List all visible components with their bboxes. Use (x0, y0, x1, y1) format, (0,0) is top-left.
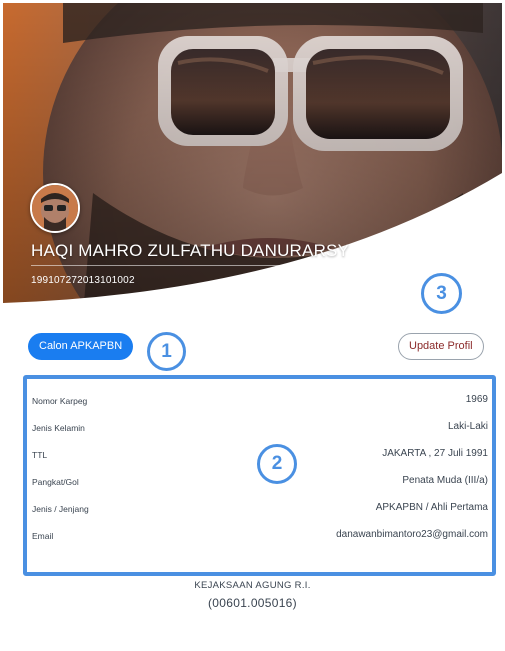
detail-label: Nomor Karpeg (32, 396, 88, 406)
profile-name: HAQI MAHRO ZULFATHU DANURARSY (31, 241, 350, 260)
status-button[interactable]: Calon APKAPBN (28, 333, 134, 360)
profile-card: HAQI MAHRO ZULFATHU DANURARSY 1991072720… (0, 0, 505, 651)
detail-value: JAKARTA , 27 Juli 1991 (382, 448, 488, 459)
detail-row-email: Email danawanbimantoro23@gmail.com (32, 528, 488, 544)
detail-value: Penata Muda (III/a) (402, 475, 488, 486)
annotation-marker-1: 1 (147, 332, 186, 371)
cover-image (3, 3, 502, 315)
avatar-image (32, 185, 78, 231)
detail-row-rank: Pangkat/Gol Penata Muda (III/a) (32, 474, 488, 490)
name-divider (31, 265, 351, 266)
detail-value: Laki-Laki (447, 421, 488, 432)
detail-value: 1969 (465, 394, 488, 405)
detail-value: APKAPBN / Ahli Pertama (375, 502, 488, 513)
detail-label: Jenis / Jenjang (32, 504, 89, 514)
detail-value: danawanbimantoro23@gmail.com (336, 529, 488, 540)
detail-label: Email (32, 531, 54, 541)
detail-label: TTL (32, 450, 48, 460)
detail-label: Pangkat/Gol (32, 477, 79, 487)
organization-code: (00601.005016) (208, 596, 297, 610)
detail-row-karpeg: Nomor Karpeg 1969 (32, 393, 488, 409)
annotation-marker-3: 3 (421, 273, 462, 314)
update-profile-button[interactable]: Update Profil (398, 333, 484, 360)
avatar[interactable] (30, 183, 80, 233)
detail-row-level: Jenis / Jenjang APKAPBN / Ahli Pertama (32, 501, 488, 517)
profile-details-panel: Nomor Karpeg 1969 Jenis Kelamin Laki-Lak… (23, 375, 496, 576)
profile-nip: 199107272013101002 (31, 275, 135, 286)
cover-photo: HAQI MAHRO ZULFATHU DANURARSY 1991072720… (3, 3, 502, 315)
detail-label: Jenis Kelamin (32, 423, 85, 433)
annotation-marker-2: 2 (257, 444, 297, 484)
organization-name: KEJAKSAAN AGUNG R.I. (194, 580, 311, 591)
detail-row-gender: Jenis Kelamin Laki-Laki (32, 420, 488, 436)
